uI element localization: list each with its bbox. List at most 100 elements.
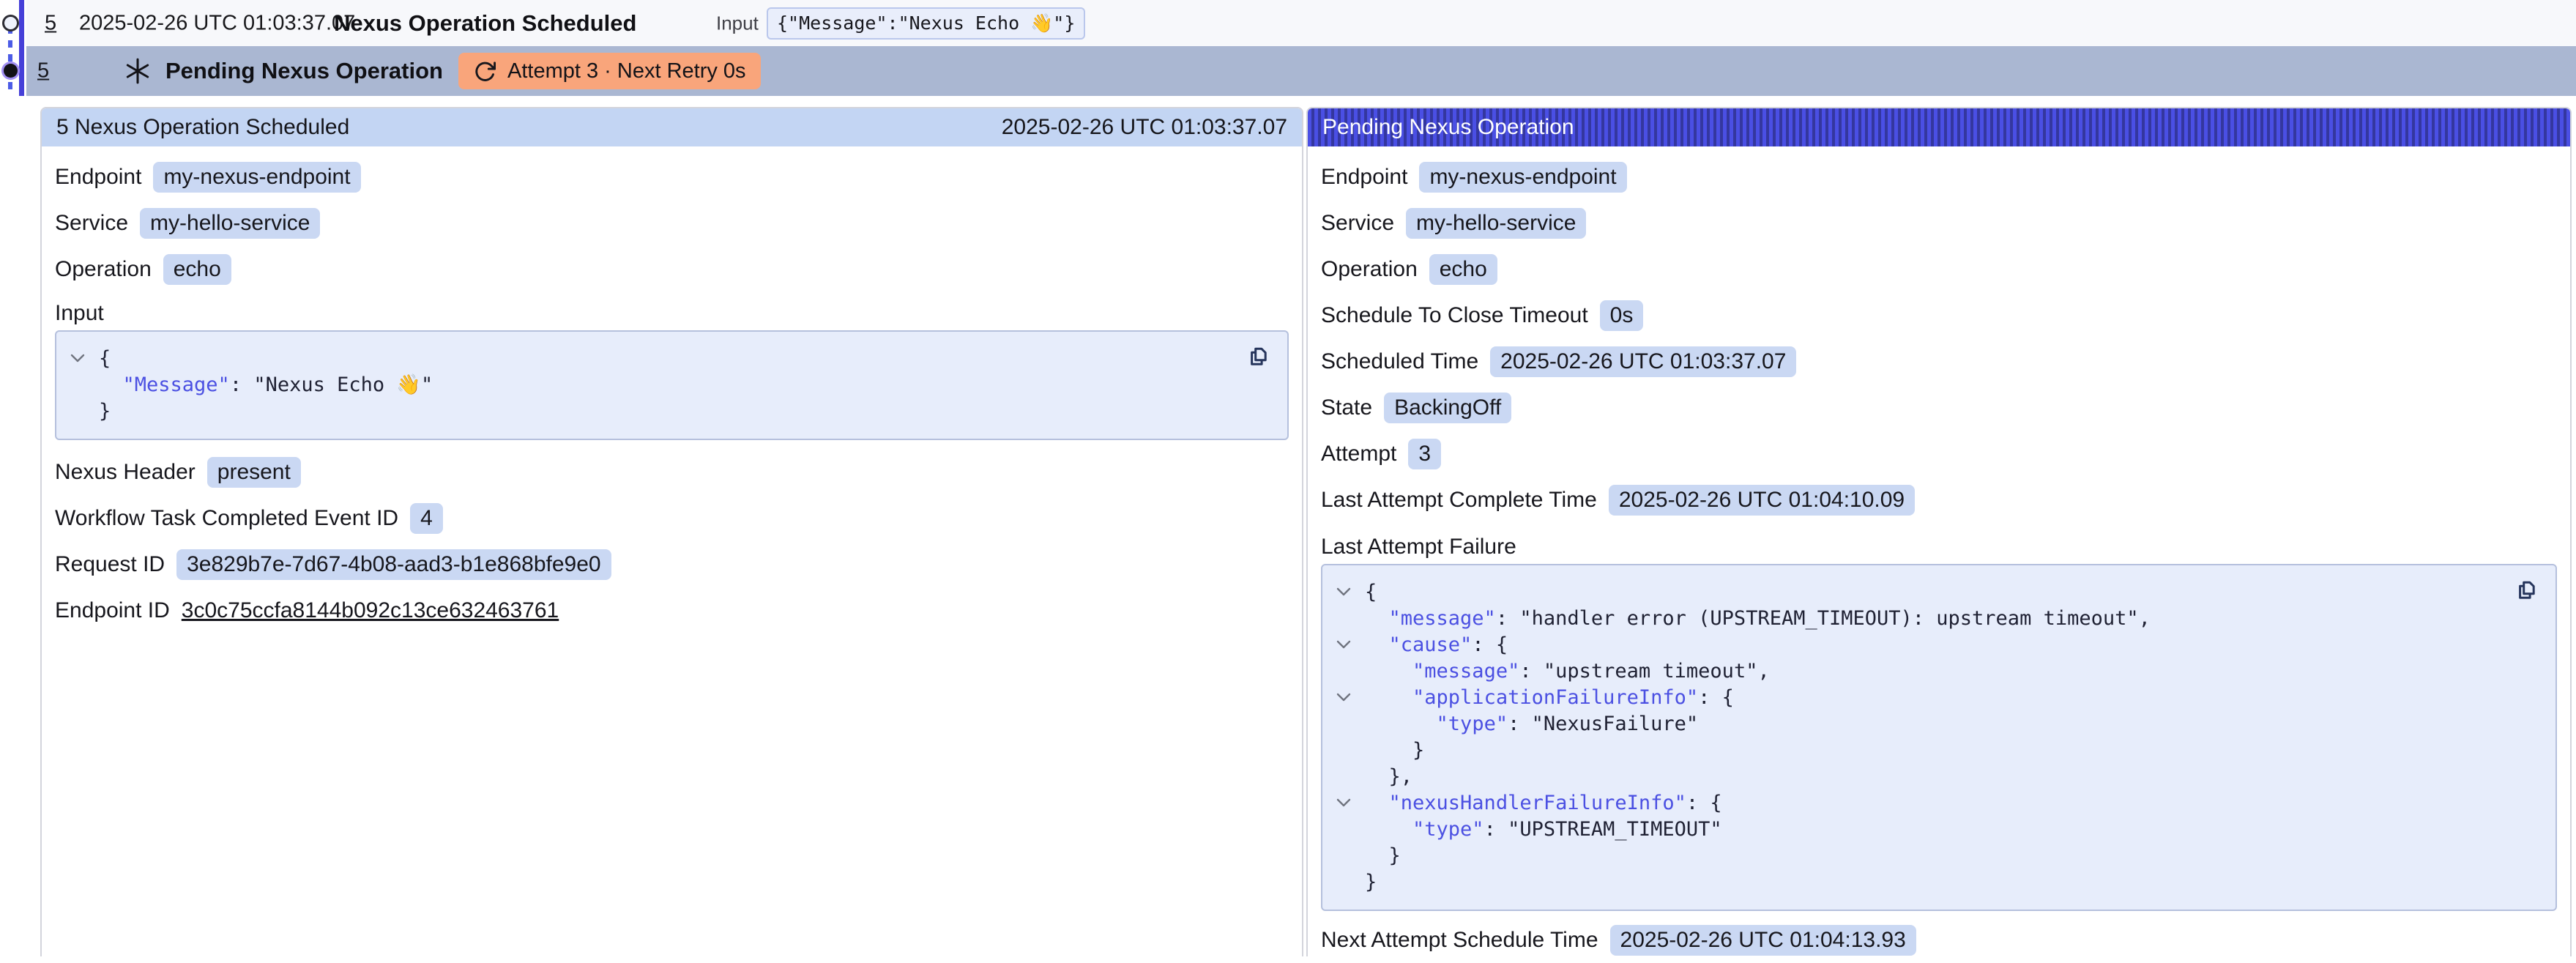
json-text: } [1365,739,1424,762]
code-line: { [1333,579,2497,605]
input-section-label: Input [55,297,1289,330]
json-text: } [1365,871,1377,893]
code-text: "type": "UPSTREAM_TIMEOUT" [1365,818,1722,841]
code-text: "type": "NexusFailure" [1365,713,1698,735]
copy-button[interactable] [1243,342,1273,371]
field-row: Attempt 3 [1321,431,2557,477]
event-detail-panel: 5 Nexus Operation Scheduled 2025-02-26 U… [40,107,1303,956]
code-text: "cause": { [1365,633,1508,656]
json-text: : { [1698,686,1734,709]
field-value-badge: 0s [1600,300,1644,331]
timeline-active-bar [19,0,24,96]
field-value-badge: my-hello-service [140,208,320,239]
collapse-chevron-icon[interactable] [67,354,89,362]
code-text: "nexusHandlerFailureInfo": { [1365,792,1722,814]
field-value-badge: my-nexus-endpoint [1419,162,1626,193]
pending-operation-title: Pending Nexus Operation [1322,115,1574,140]
code-text: } [1365,871,1377,893]
retry-badge-label: Attempt 3 · Next Retry 0s [507,59,746,83]
code-line: { [67,345,1229,371]
field-row: Operationecho [55,246,1289,292]
field-value-badge: 2025-02-26 UTC 01:04:13.93 [1610,925,1916,956]
field-value-link[interactable]: 3c0c75ccfa8144b092c13ce632463761 [182,598,559,623]
pending-event-title: Pending Nexus Operation [165,58,443,84]
event-input-chip[interactable]: {"Message":"Nexus Echo 👋"} [767,7,1085,40]
field-label: Request ID [55,552,165,577]
json-text [1365,818,1412,841]
code-line: } [67,398,1229,424]
code-text: } [99,400,111,423]
event-detail-title: 5 Nexus Operation Scheduled [56,115,349,140]
code-text: "Message": "Nexus Echo 👋" [99,373,433,396]
field-value-badge: BackingOff [1384,393,1511,423]
field-value-badge: my-hello-service [1406,208,1586,239]
json-key: "message" [1412,660,1519,683]
field-row: Scheduled Time2025-02-26 UTC 01:03:37.07 [1321,338,2557,384]
history-row-scheduled[interactable]: 5 2025-02-26 UTC 01:03:37.07 Nexus Opera… [26,0,2576,46]
event-title: Nexus Operation Scheduled [334,10,636,37]
field-value-badge: present [207,457,301,488]
field-label: Service [55,211,128,236]
event-detail-header: 5 Nexus Operation Scheduled 2025-02-26 U… [42,108,1302,146]
field-row: Nexus Header present [55,449,1289,495]
pending-operation-header: Pending Nexus Operation [1308,108,2570,146]
collapse-chevron-icon[interactable] [1333,587,1355,596]
json-key: "type" [1437,713,1508,735]
failure-json-block: { "message": "handler error (UPSTREAM_TI… [1321,564,2557,911]
code-text: }, [1365,765,1412,788]
json-text: { [1365,581,1377,603]
event-detail-timestamp: 2025-02-26 UTC 01:03:37.07 [1002,115,1287,140]
json-text [1365,686,1412,709]
json-text: : "NexusFailure" [1508,713,1698,735]
json-text: : "Nexus Echo 👋" [230,373,433,396]
code-line: }, [1333,763,2497,789]
code-line: "message": "handler error (UPSTREAM_TIME… [1333,605,2497,631]
field-value-badge: echo [1429,254,1497,285]
json-text: : { [1472,633,1508,656]
copy-button[interactable] [2512,576,2541,605]
timeline-pending-circle-icon[interactable] [4,64,18,78]
code-line: "applicationFailureInfo": { [1333,684,2497,710]
field-value-badge: 4 [410,503,443,534]
field-value-badge: 3 [1408,439,1441,469]
timeline-event-circle-icon[interactable] [2,15,19,31]
field-row: StateBackingOff [1321,384,2557,431]
collapse-chevron-icon[interactable] [1333,640,1355,649]
event-id-link[interactable]: 5 [45,11,56,35]
pending-operation-panel: Pending Nexus Operation Endpointmy-nexus… [1306,107,2572,956]
field-row: Service my-hello-service [55,200,1289,246]
history-row-pending-selected[interactable]: 5 Pending Nexus Operation Attempt 3 · Ne… [26,46,2576,96]
code-line: } [1333,737,2497,763]
pending-asterisk-icon [123,55,152,87]
field-value-badge: echo [163,254,231,285]
collapse-chevron-icon[interactable] [1333,693,1355,702]
json-key: "applicationFailureInfo" [1412,686,1698,709]
json-text [99,373,123,396]
code-line: } [1333,842,2497,869]
event-id-link[interactable]: 5 [37,59,49,83]
code-text: "message": "handler error (UPSTREAM_TIME… [1365,607,2151,630]
field-label: Operation [1321,257,1418,282]
json-text: : { [1686,792,1722,814]
field-label: Next Attempt Schedule Time [1321,928,1598,953]
json-text: }, [1365,765,1412,788]
field-row: Endpointmy-nexus-endpoint [55,154,1289,200]
json-text [1365,792,1389,814]
json-key: "Message" [123,373,230,396]
field-row: Request ID3e829b7e-7d67-4b08-aad3-b1e868… [55,541,1289,587]
pending-fields: Endpointmy-nexus-endpointServicemy-hello… [1321,154,2557,523]
collapse-chevron-icon[interactable] [1333,798,1355,807]
copy-icon [2513,577,2539,603]
json-text [1365,607,1389,630]
field-label: Attempt [1321,442,1396,466]
code-line: "type": "NexusFailure" [1333,710,2497,737]
json-text: { [99,347,111,370]
code-line: "nexusHandlerFailureInfo": { [1333,789,2497,816]
json-text: : "handler error (UPSTREAM_TIMEOUT): ups… [1496,607,2151,630]
field-label: Nexus Header [55,460,196,485]
field-row: Endpoint ID3c0c75ccfa8144b092c13ce632463… [55,587,1289,633]
field-label: Scheduled Time [1321,349,1478,374]
json-key: "message" [1389,607,1496,630]
json-text: } [1365,844,1401,867]
field-row: Workflow Task Completed Event ID4 [55,495,1289,541]
